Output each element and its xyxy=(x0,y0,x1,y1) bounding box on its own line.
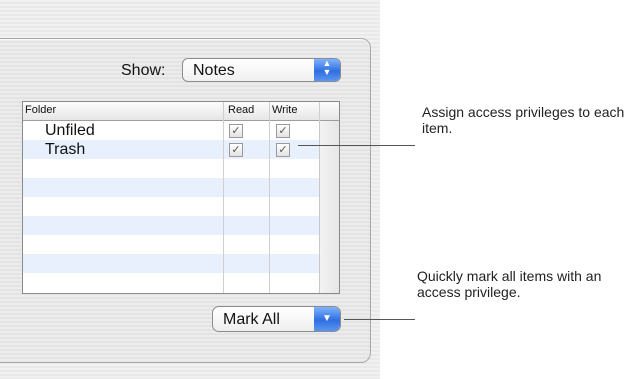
empty-row xyxy=(23,197,319,216)
show-popup-value: Notes xyxy=(193,62,235,79)
empty-row xyxy=(23,235,319,254)
folder-name: Trash xyxy=(45,141,86,158)
vertical-scrollbar[interactable] xyxy=(319,121,339,293)
column-header-folder[interactable]: Folder xyxy=(25,104,56,116)
callout-leader-line xyxy=(344,319,415,320)
write-checkbox-checked[interactable]: ✓ xyxy=(276,143,290,157)
empty-row xyxy=(23,159,319,178)
empty-row xyxy=(23,254,319,273)
column-header-write[interactable]: Write xyxy=(272,104,297,116)
column-header-read[interactable]: Read xyxy=(228,104,254,116)
empty-row xyxy=(23,178,319,197)
column-divider xyxy=(269,102,270,293)
table-row[interactable]: Unfiled ✓ ✓ xyxy=(23,121,319,140)
show-label: Show: xyxy=(121,62,166,79)
callout-leader-line xyxy=(298,145,415,146)
table-row[interactable]: Trash ✓ ✓ xyxy=(23,140,319,159)
read-checkbox-checked[interactable]: ✓ xyxy=(229,124,243,138)
callout-assign-privileges: Assign access privileges to each item. xyxy=(422,104,625,136)
write-checkbox-checked[interactable]: ✓ xyxy=(276,124,290,138)
show-popup[interactable]: Notes ▲ ▼ xyxy=(182,58,341,82)
mark-all-popup[interactable]: Mark All ▼ xyxy=(212,306,341,332)
empty-row xyxy=(23,273,319,292)
empty-row xyxy=(23,216,319,235)
chevron-down-icon: ▼ xyxy=(314,307,340,331)
callout-mark-all: Quickly mark all items with an access pr… xyxy=(417,268,602,300)
read-checkbox-checked[interactable]: ✓ xyxy=(229,143,243,157)
folder-name: Unfiled xyxy=(45,122,95,139)
table-header: Folder Read Write xyxy=(23,102,339,121)
popup-arrows-icon: ▲ ▼ xyxy=(314,59,340,81)
access-table[interactable]: Folder Read Write Unfiled ✓ ✓ Trash ✓ ✓ xyxy=(22,101,340,294)
column-divider xyxy=(223,102,224,293)
mark-all-label: Mark All xyxy=(223,311,280,328)
